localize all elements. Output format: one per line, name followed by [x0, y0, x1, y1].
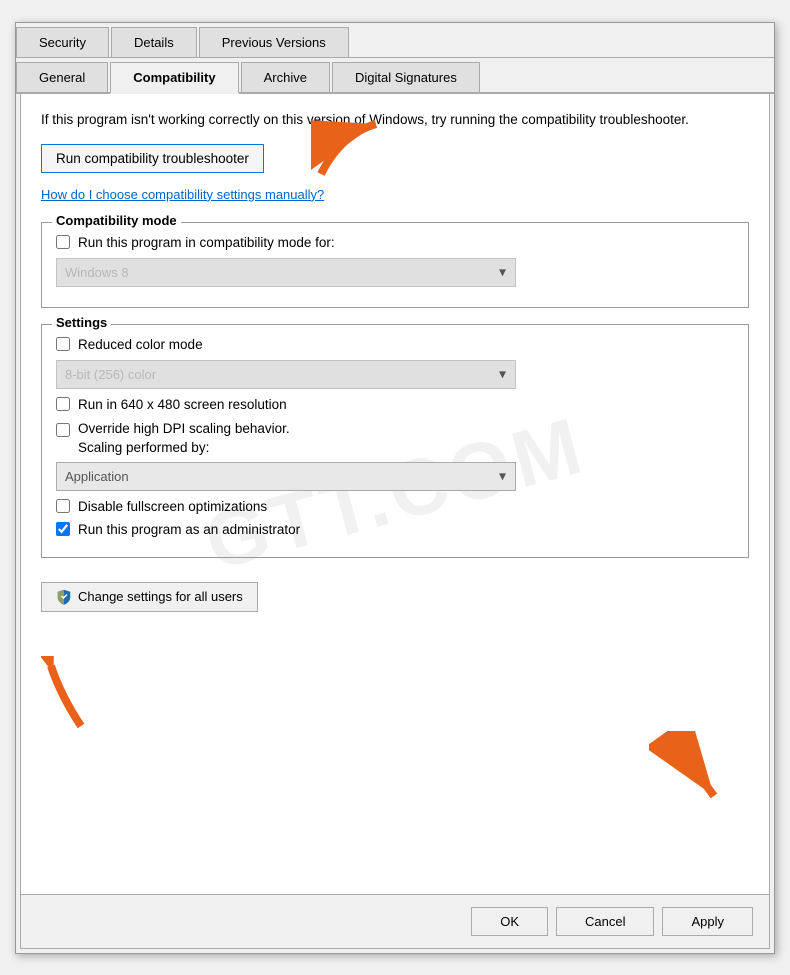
- arrow-admin: [41, 656, 111, 739]
- compatibility-mode-label: Compatibility mode: [52, 213, 181, 228]
- scaling-select-wrapper: Application System System (Enhanced): [56, 462, 516, 491]
- cancel-button[interactable]: Cancel: [556, 907, 654, 936]
- tab-details[interactable]: Details: [111, 27, 197, 57]
- tab-digital-signatures[interactable]: Digital Signatures: [332, 62, 480, 92]
- compat-mode-checkbox-label: Run this program in compatibility mode f…: [78, 235, 335, 250]
- shield-icon: [56, 589, 72, 605]
- compat-mode-select[interactable]: Windows 8 Windows 7 Windows Vista Window…: [56, 258, 516, 287]
- compat-mode-checkbox-row: Run this program in compatibility mode f…: [56, 235, 734, 250]
- footer: OK Cancel Apply: [20, 894, 770, 949]
- intro-text: If this program isn't working correctly …: [41, 110, 749, 130]
- admin-row: Run this program as an administrator: [56, 522, 734, 537]
- compatibility-mode-group: Compatibility mode Run this program in c…: [41, 222, 749, 308]
- change-settings-button[interactable]: Change settings for all users: [41, 582, 258, 612]
- color-mode-select[interactable]: 8-bit (256) color 16-bit (65536) color: [56, 360, 516, 389]
- fullscreen-label: Disable fullscreen optimizations: [78, 499, 267, 514]
- settings-group: Settings Reduced color mode 8-bit (256) …: [41, 324, 749, 558]
- dpi-label: Override high DPI scaling behavior.Scali…: [78, 420, 290, 458]
- color-mode-select-wrapper: 8-bit (256) color 16-bit (65536) color: [56, 360, 516, 389]
- tab-general[interactable]: General: [16, 62, 108, 92]
- fullscreen-checkbox[interactable]: [56, 499, 70, 513]
- change-settings-label: Change settings for all users: [78, 589, 243, 604]
- admin-label: Run this program as an administrator: [78, 522, 300, 537]
- dpi-checkbox[interactable]: [56, 423, 70, 437]
- resolution-row: Run in 640 x 480 screen resolution: [56, 397, 734, 412]
- tab-bar-bottom: General Compatibility Archive Digital Si…: [16, 58, 774, 94]
- resolution-label: Run in 640 x 480 screen resolution: [78, 397, 287, 412]
- admin-checkbox[interactable]: [56, 522, 70, 536]
- reduced-color-label: Reduced color mode: [78, 337, 203, 352]
- run-troubleshooter-button[interactable]: Run compatibility troubleshooter: [41, 144, 264, 173]
- tab-archive[interactable]: Archive: [241, 62, 330, 92]
- resolution-checkbox[interactable]: [56, 397, 70, 411]
- help-link[interactable]: How do I choose compatibility settings m…: [41, 187, 749, 202]
- tab-previous-versions[interactable]: Previous Versions: [199, 27, 349, 57]
- settings-group-label: Settings: [52, 315, 111, 330]
- reduced-color-checkbox[interactable]: [56, 337, 70, 351]
- compat-mode-checkbox[interactable]: [56, 235, 70, 249]
- arrow-apply: [649, 731, 729, 814]
- apply-button[interactable]: Apply: [662, 907, 753, 936]
- content-area: GTT.COM If this program isn't working co…: [20, 94, 770, 894]
- tab-compatibility[interactable]: Compatibility: [110, 62, 238, 94]
- compat-mode-select-wrapper: Windows 8 Windows 7 Windows Vista Window…: [56, 258, 516, 287]
- ok-button[interactable]: OK: [471, 907, 548, 936]
- dpi-row: Override high DPI scaling behavior.Scali…: [56, 420, 734, 458]
- dialog-window: Security Details Previous Versions Gener…: [15, 22, 775, 954]
- fullscreen-row: Disable fullscreen optimizations: [56, 499, 734, 514]
- tab-bar-top: Security Details Previous Versions: [16, 23, 774, 58]
- reduced-color-row: Reduced color mode: [56, 337, 734, 352]
- tab-security[interactable]: Security: [16, 27, 109, 57]
- scaling-select[interactable]: Application System System (Enhanced): [56, 462, 516, 491]
